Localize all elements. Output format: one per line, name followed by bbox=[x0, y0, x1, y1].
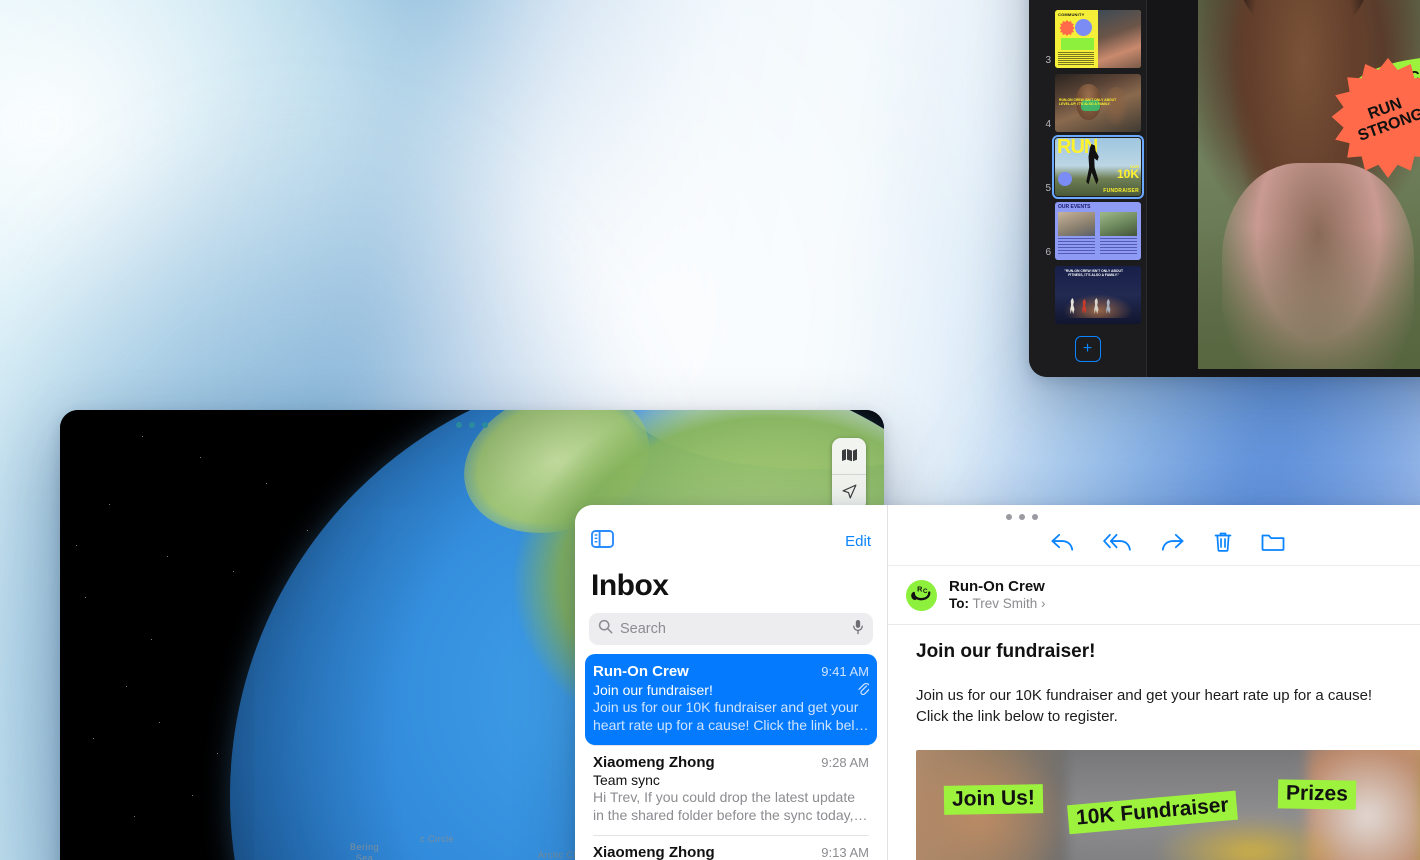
message-list[interactable]: Run-On Crew 9:41 AM Join our fundraiser!… bbox=[575, 654, 887, 860]
message-subject: Team sync bbox=[593, 771, 660, 788]
sidebar-toggle-icon[interactable] bbox=[591, 529, 614, 553]
slide-design-window[interactable]: 3 COMMUNITY 4 RUN-ON CREW ISN'T ONLY ABO… bbox=[1029, 0, 1420, 377]
sticker-join-us: Join Us! bbox=[943, 783, 1044, 815]
reply-all-button[interactable] bbox=[1103, 532, 1132, 553]
recipient-name[interactable]: Trev Smith bbox=[973, 596, 1038, 611]
message-detail-pane[interactable]: R C Run-On Crew To: Trev Smith › 9:41 AM bbox=[888, 505, 1420, 860]
slide-thumbnail-row[interactable]: 6 OUR EVENTS bbox=[1029, 202, 1146, 260]
to-label: To: bbox=[949, 596, 969, 611]
message-sender-name: Run-On Crew bbox=[949, 578, 1045, 595]
slide-thumbnail-row[interactable]: 3 COMMUNITY bbox=[1029, 10, 1146, 68]
label-bering-sea: Bering Sea bbox=[350, 842, 380, 860]
message-subject: Join our fundraiser! bbox=[593, 681, 713, 698]
message-preview: Hi Trev, If you could drop the latest up… bbox=[593, 788, 868, 823]
search-placeholder: Search bbox=[620, 621, 666, 637]
message-time: 9:41 AM bbox=[821, 664, 869, 679]
delete-button[interactable] bbox=[1213, 531, 1233, 553]
search-input[interactable]: Search bbox=[589, 613, 873, 645]
slide-thumbnail-row[interactable]: "RUN-ON CREW ISN'T ONLY ABOUT FITNESS, I… bbox=[1029, 266, 1146, 324]
message-recipient-row[interactable]: To: Trev Smith › bbox=[949, 596, 1420, 611]
message-time: 9:28 AM bbox=[821, 754, 869, 770]
map-style-button[interactable] bbox=[832, 438, 866, 474]
message-time: 9:13 AM bbox=[821, 844, 869, 860]
slide-number: 6 bbox=[1045, 247, 1051, 258]
slide-canvas[interactable]: RU O COMMUNITY FUNDRAISER 10K RUN RUNSTR… bbox=[1198, 0, 1420, 369]
slide-photo bbox=[1198, 0, 1420, 369]
edit-button[interactable]: Edit bbox=[845, 533, 871, 550]
message-sender: Run-On Crew bbox=[593, 663, 689, 680]
label-arctic-circle-left: c Circle bbox=[420, 834, 455, 844]
slide-number: 4 bbox=[1045, 119, 1051, 130]
slide-thumbnail-row[interactable]: 4 RUN-ON CREW ISN'T ONLY ABOUT LEVEL-UP,… bbox=[1029, 74, 1146, 132]
message-paragraph-line-1: Join us for our 10K fundraiser and get y… bbox=[916, 687, 1373, 704]
reply-button[interactable] bbox=[1050, 532, 1075, 553]
desktop: 3 COMMUNITY 4 RUN-ON CREW ISN'T ONLY ABO… bbox=[0, 0, 1420, 860]
mail-sidebar[interactable]: Edit Inbox Search Run-On Crew 9:41 AM Jo… bbox=[575, 505, 888, 860]
microphone-icon[interactable] bbox=[852, 619, 864, 640]
message-sender: Xiaomeng Zhong bbox=[593, 753, 715, 771]
search-icon bbox=[598, 619, 613, 639]
message-sender: Xiaomeng Zhong bbox=[593, 843, 715, 860]
slide-thumbnail-4[interactable]: RUN-ON CREW ISN'T ONLY ABOUT LEVEL-UP, I… bbox=[1055, 74, 1141, 132]
message-header: R C Run-On Crew To: Trev Smith › 9:41 AM bbox=[888, 565, 1420, 625]
map-icon bbox=[841, 448, 858, 465]
run-strong-text: RUN STRONG bbox=[1355, 95, 1420, 145]
maps-window-grabber[interactable] bbox=[456, 422, 488, 428]
mail-window-grabber[interactable] bbox=[1006, 514, 1038, 520]
slide-thumbnail-7[interactable]: "RUN-ON CREW ISN'T ONLY ABOUT FITNESS, I… bbox=[1055, 266, 1141, 324]
message-body: Join our fundraiser! Join us for our 10K… bbox=[888, 625, 1420, 860]
slide-number bbox=[1041, 322, 1051, 324]
message-banner-image[interactable]: Join Us! 10K Fundraiser Prizes bbox=[916, 749, 1420, 860]
slide-thumbnail-3[interactable]: COMMUNITY bbox=[1055, 10, 1141, 68]
forward-button[interactable] bbox=[1160, 532, 1185, 553]
slide-thumbnail-row[interactable]: 5 RUN OUR 10K FUNDRAISER bbox=[1029, 135, 1146, 199]
slide-number: 3 bbox=[1045, 55, 1051, 66]
add-slide-button[interactable]: + bbox=[1074, 336, 1101, 362]
paperclip-icon bbox=[857, 681, 871, 698]
list-item[interactable]: Run-On Crew 9:41 AM Join our fundraiser!… bbox=[585, 654, 877, 745]
slide-number: 5 bbox=[1045, 183, 1051, 194]
page-title: Inbox bbox=[591, 569, 669, 602]
slide-navigator[interactable]: 3 COMMUNITY 4 RUN-ON CREW ISN'T ONLY ABO… bbox=[1029, 0, 1147, 377]
chevron-right-icon: › bbox=[1041, 596, 1046, 611]
avatar: R C bbox=[906, 580, 937, 611]
slide-canvas-area[interactable]: RU O COMMUNITY FUNDRAISER 10K RUN RUNSTR… bbox=[1147, 0, 1420, 377]
map-controls[interactable] bbox=[832, 438, 866, 511]
list-item[interactable]: Xiaomeng Zhong 9:28 AM Team sync Hi Trev… bbox=[585, 744, 877, 835]
move-to-folder-button[interactable] bbox=[1261, 532, 1285, 552]
message-paragraph-line-2: Click the link below to register. bbox=[916, 708, 1118, 726]
mail-window[interactable]: Edit Inbox Search Run-On Crew 9:41 AM Jo… bbox=[575, 505, 1420, 860]
slide-thumbnail-5[interactable]: RUN OUR 10K FUNDRAISER bbox=[1052, 135, 1144, 199]
list-item[interactable]: Xiaomeng Zhong 9:13 AM Friday meeting bbox=[585, 834, 877, 860]
svg-text:C: C bbox=[923, 588, 928, 595]
message-preview: Join us for our 10K fundraiser and get y… bbox=[593, 699, 869, 733]
message-heading: Join our fundraiser! bbox=[916, 641, 1096, 662]
navigation-arrow-icon bbox=[841, 483, 858, 503]
message-toolbar[interactable] bbox=[888, 505, 1420, 565]
slide-thumbnail-6[interactable]: OUR EVENTS bbox=[1055, 202, 1141, 260]
sticker-prizes: Prizes bbox=[1277, 778, 1357, 810]
